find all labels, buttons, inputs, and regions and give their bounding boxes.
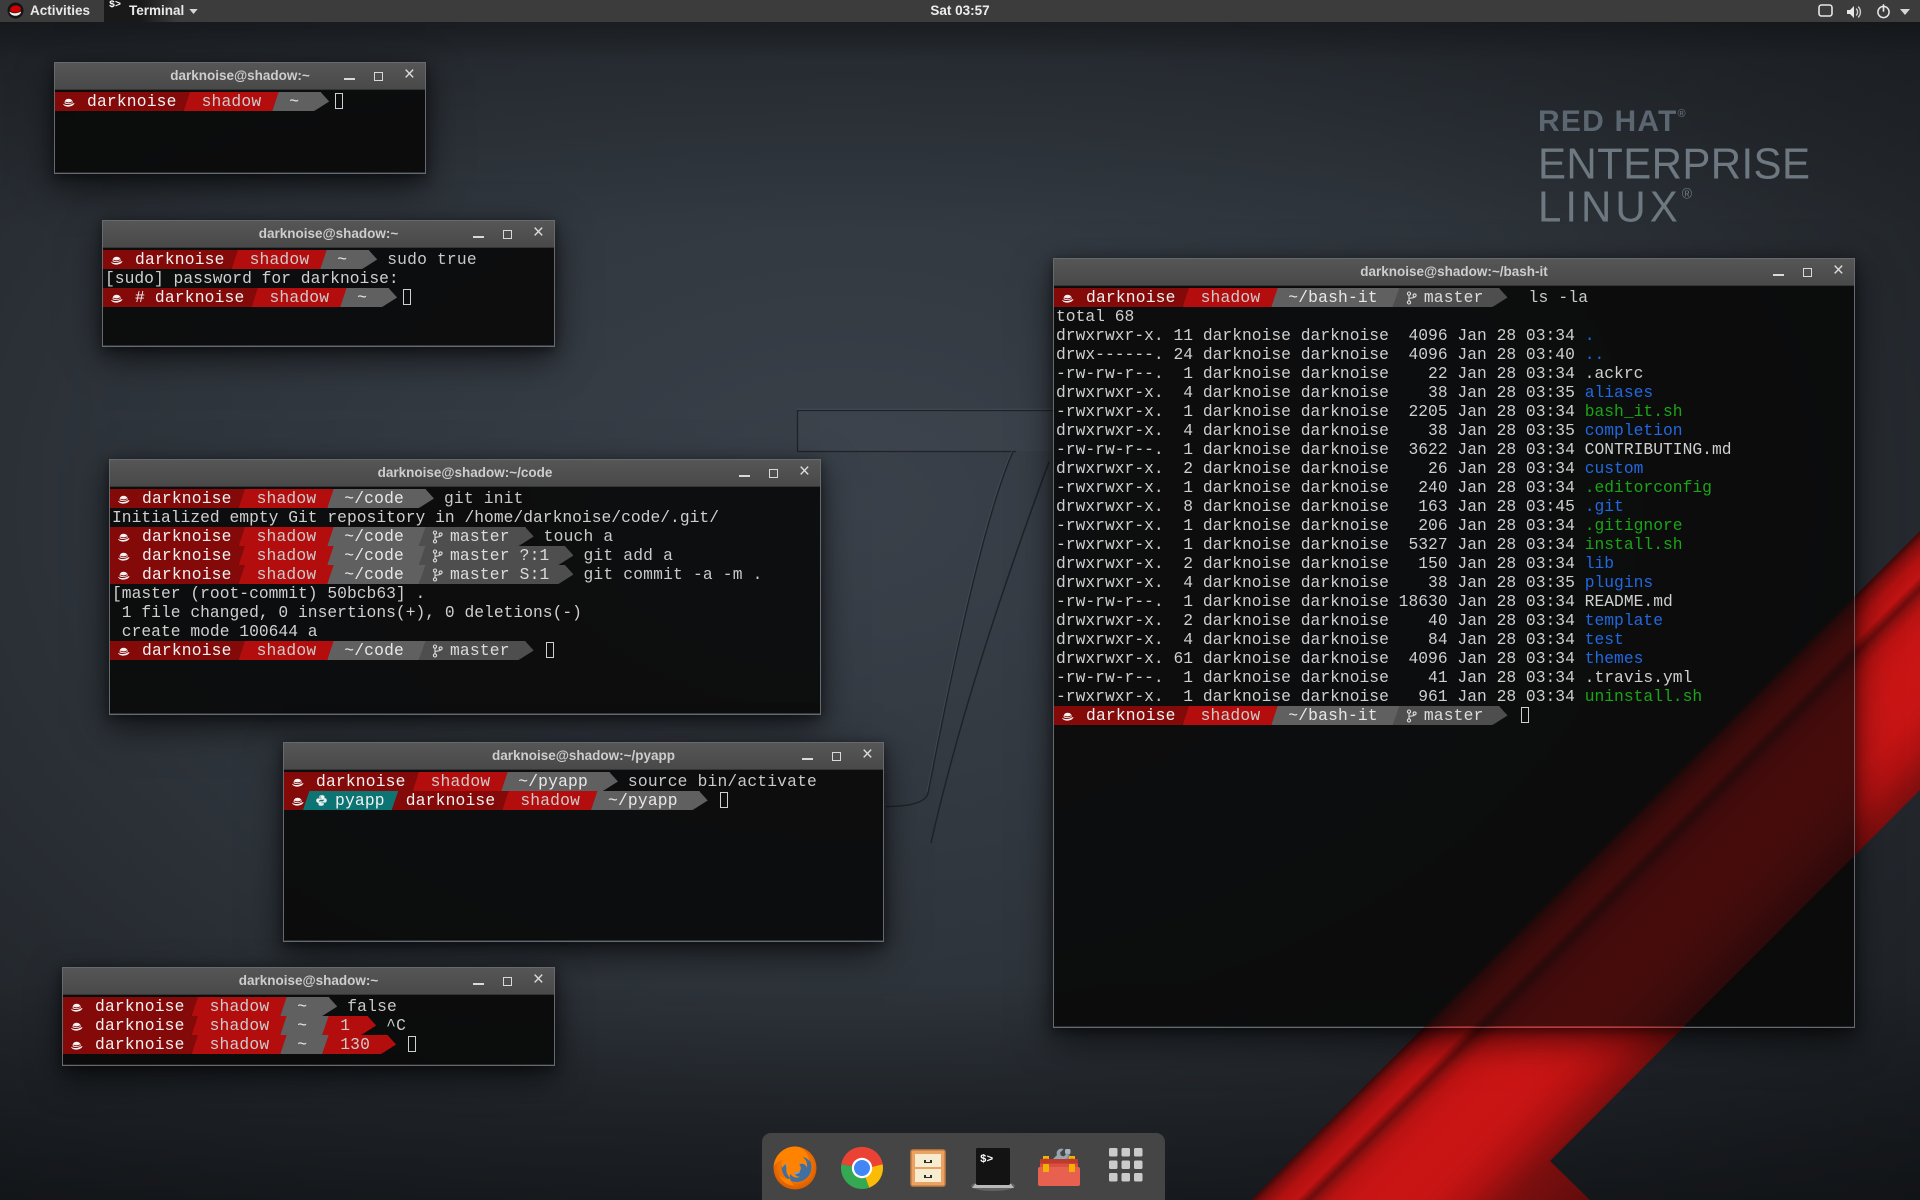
svg-text:$>: $>	[980, 1154, 994, 1166]
